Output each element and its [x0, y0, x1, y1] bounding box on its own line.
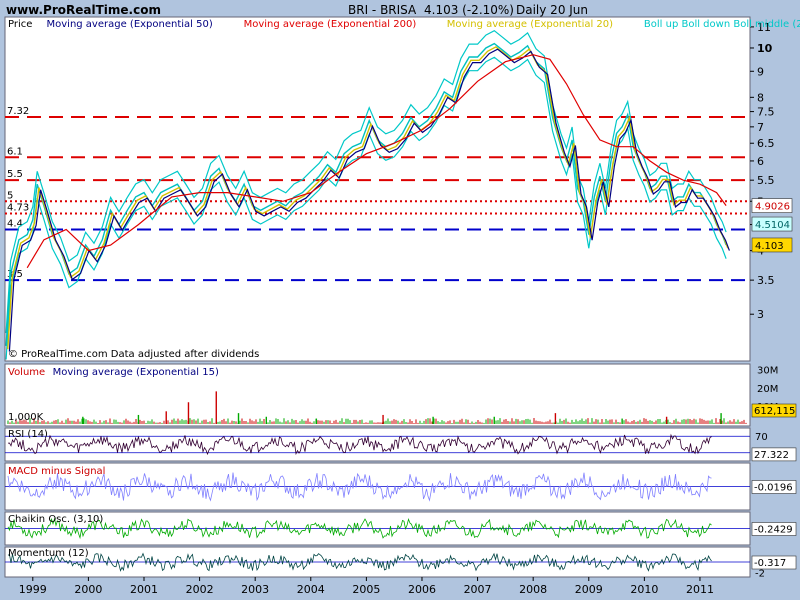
momentum-tick-0: -2	[755, 568, 765, 579]
x-tick-label-12: 2011	[686, 583, 714, 596]
legend-price-0: Price	[8, 19, 32, 30]
rsi-tag: 27.322	[754, 450, 789, 461]
price-tag-1: 4.5104	[755, 220, 790, 231]
x-tick-label-11: 2010	[630, 583, 658, 596]
price-tag-2: 4.103	[755, 241, 784, 252]
chart-period: Daily 20 Jun	[516, 3, 588, 17]
y-tick-label-12: 3.5	[757, 274, 775, 287]
chart-price: 4.103 (-2.10%)	[424, 3, 514, 17]
y-tick-label-1: 10	[757, 42, 773, 55]
x-tick-label-6: 2005	[352, 583, 380, 596]
macd-tag: -0.0196	[754, 483, 793, 494]
legend-volume-1: Moving average (Exponential 15)	[53, 367, 219, 378]
x-tick-label-8: 2007	[464, 583, 492, 596]
y-tick-label-7: 6	[757, 155, 764, 168]
price-tag-0: 4.9026	[755, 202, 790, 213]
x-tick-label-1: 2000	[74, 583, 102, 596]
x-tick-label-10: 2009	[575, 583, 603, 596]
y-tick-label-6: 6.5	[757, 137, 775, 150]
legend-macd-0: MACD minus Signal	[8, 466, 105, 477]
chaikin-tag: -0.2429	[754, 525, 793, 536]
vol-tick-label-0: 30M	[757, 366, 778, 377]
vol-inner-label: 1,000K	[8, 412, 44, 423]
site-name[interactable]: www.ProRealTime.com	[6, 3, 161, 17]
x-tick-label-0: 1999	[19, 583, 47, 596]
x-tick-label-5: 2004	[297, 583, 325, 596]
legend-volume-0: Volume	[8, 367, 45, 378]
level-label-2: 5.5	[7, 169, 23, 180]
x-tick-label-2: 2001	[130, 583, 158, 596]
level-label-5: 4.4	[7, 219, 23, 230]
footnote: © ProRealTime.com Data adjusted after di…	[8, 349, 259, 360]
vol-tag: 612,115	[754, 406, 795, 417]
chart-ticker: BRI - BRISA	[348, 3, 417, 17]
level-label-3: 5	[7, 190, 13, 201]
rsi-tick-0: 70	[755, 432, 768, 443]
price-panel[interactable]	[4, 16, 751, 362]
x-tick-label-4: 2003	[241, 583, 269, 596]
x-tick-label-3: 2002	[186, 583, 214, 596]
level-label-0: 7.32	[7, 106, 29, 117]
level-label-1: 6.1	[7, 146, 23, 157]
level-label-4: 4.73	[7, 203, 29, 214]
legend-price-2: Moving average (Exponential 200)	[244, 19, 417, 30]
legend-momentum-0: Momentum (12)	[8, 548, 89, 559]
legend-price-4: Boll up Boll down Boll middle (20 2)	[644, 19, 800, 30]
y-tick-label-2: 9	[757, 65, 764, 78]
x-tick-label-7: 2006	[408, 583, 436, 596]
x-tick-label-9: 2008	[519, 583, 547, 596]
legend-price-1: Moving average (Exponential 50)	[47, 19, 213, 30]
y-tick-label-3: 8	[757, 91, 764, 104]
legend-rsi-0: RSI (14)	[8, 429, 48, 440]
y-tick-label-13: 3	[757, 308, 764, 321]
chart-canvas: www.ProRealTime.com BRI - BRISA 4.103 (-…	[4, 3, 800, 596]
y-tick-label-8: 5.5	[757, 174, 775, 187]
y-tick-label-4: 7.5	[757, 106, 775, 119]
legend-price-3: Moving average (Exponential 20)	[447, 19, 613, 30]
y-tick-label-5: 7	[757, 121, 764, 134]
momentum-tag: -0.317	[754, 558, 786, 569]
legend-chaikin-0: Chaikin Osc. (3,10)	[8, 514, 103, 525]
vol-tick-label-1: 20M	[757, 384, 778, 395]
